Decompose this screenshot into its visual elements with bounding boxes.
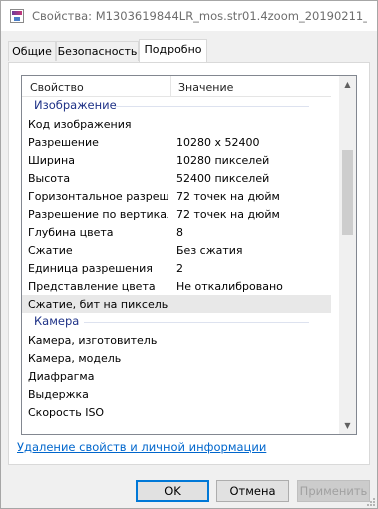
list-item[interactable]: Сжатие Без сжатия (22, 241, 331, 259)
list-item[interactable]: Камера, модель (22, 349, 331, 367)
scroll-thumb[interactable] (342, 150, 353, 235)
list-item[interactable]: Глубина цвета 8 (22, 223, 331, 241)
property-name: Код изображения (28, 118, 132, 131)
group-header-image: Изображение (22, 97, 331, 115)
title-bar[interactable]: Свойства: M1303619844LR_mos.str01.4zoom_… (1, 1, 377, 31)
list-item[interactable]: Диафрагма (22, 367, 331, 385)
tab-general[interactable]: Общие (8, 41, 56, 61)
property-name: Высота (28, 172, 71, 185)
property-value: Не откалибровано (176, 280, 283, 293)
properties-window: Свойства: M1303619844LR_mos.str01.4zoom_… (0, 0, 378, 509)
property-name: Ширина (28, 154, 75, 167)
list-rows: Изображение Код изображения Разрешение 10… (22, 97, 331, 421)
group-label: Камера (34, 314, 80, 328)
property-list[interactable]: Свойство Значение Изображение Код изобра… (21, 75, 357, 435)
property-name: Скорость ISO (28, 406, 105, 419)
property-name: Представление цвета (28, 280, 156, 293)
ok-button[interactable]: OK (136, 480, 209, 502)
details-panel: Свойство Значение Изображение Код изобра… (8, 62, 370, 465)
list-item[interactable]: Разрешение по вертикали 72 точек на дюйм (22, 205, 331, 223)
property-value: 52400 пикселей (176, 172, 270, 185)
property-value: 10280 x 52400 (176, 136, 260, 149)
list-item[interactable]: Разрешение 10280 x 52400 (22, 133, 331, 151)
column-divider[interactable] (170, 76, 171, 96)
column-header-value[interactable]: Значение (178, 81, 233, 94)
property-value: 2 (176, 262, 183, 275)
list-item[interactable]: Высота 52400 пикселей (22, 169, 331, 187)
tab-security[interactable]: Безопасность (56, 41, 139, 61)
property-name: Камера, изготовитель (28, 334, 158, 347)
size-grip-icon[interactable] (365, 496, 375, 506)
apply-button[interactable]: Применить (297, 480, 370, 502)
property-name: Разрешение по вертикали (28, 208, 168, 221)
property-name: Выдержка (28, 388, 89, 401)
tab-details[interactable]: Подробно (139, 39, 207, 62)
property-name: Камера, модель (28, 352, 122, 365)
cancel-button[interactable]: Отмена (216, 480, 289, 502)
property-name: Разрешение (28, 136, 99, 149)
property-value: Без сжатия (176, 244, 243, 257)
property-value: 8 (176, 226, 183, 239)
property-name: Единица разрешения (28, 262, 153, 275)
property-name: Диафрагма (28, 370, 95, 383)
group-divider (84, 322, 309, 323)
list-item[interactable]: Ширина 10280 пикселей (22, 151, 331, 169)
scroll-down-arrow-icon[interactable]: ▼ (339, 417, 356, 434)
property-value: 72 точек на дюйм (176, 190, 280, 203)
list-item[interactable]: Представление цвета Не откалибровано (22, 277, 331, 295)
column-header-property[interactable]: Свойство (30, 81, 84, 94)
list-item-hovered[interactable]: Сжатие, бит на пиксель (22, 295, 331, 313)
vertical-scrollbar[interactable]: ▲ ▼ (339, 76, 356, 434)
property-name: Сжатие, бит на пиксель (28, 298, 168, 311)
list-item[interactable]: Скорость ISO (22, 403, 331, 421)
property-name: Горизонтальное разреше... (28, 190, 168, 203)
group-divider (114, 106, 309, 107)
scroll-up-arrow-icon[interactable]: ▲ (339, 76, 356, 93)
group-label: Изображение (34, 98, 117, 112)
list-header: Свойство Значение (22, 76, 331, 97)
property-value: 72 точек на дюйм (176, 208, 280, 221)
app-file-icon (10, 9, 24, 23)
list-item[interactable]: Единица разрешения 2 (22, 259, 331, 277)
list-item[interactable]: Код изображения (22, 115, 331, 133)
list-item[interactable]: Камера, изготовитель (22, 331, 331, 349)
remove-properties-link[interactable]: Удаление свойств и личной информации (17, 440, 266, 454)
property-name: Глубина цвета (28, 226, 114, 239)
group-header-camera: Камера (22, 313, 331, 331)
list-item[interactable]: Выдержка (22, 385, 331, 403)
window-title: Свойства: M1303619844LR_mos.str01.4zoom_… (32, 9, 367, 23)
list-item[interactable]: Горизонтальное разреше... 72 точек на дюй… (22, 187, 331, 205)
property-name: Сжатие (28, 244, 73, 257)
property-value: 10280 пикселей (176, 154, 270, 167)
